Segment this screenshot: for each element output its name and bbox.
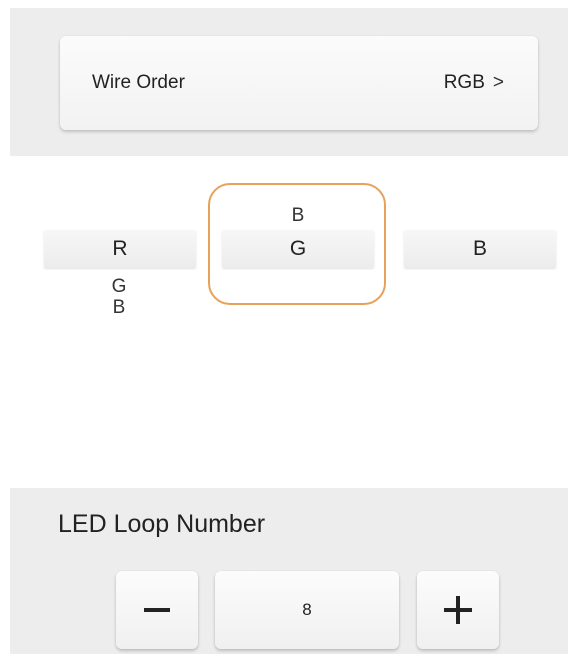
wire-order-value: RGB: [443, 72, 485, 93]
increment-button[interactable]: [417, 571, 499, 649]
picker-left-option-2[interactable]: B: [104, 297, 134, 319]
picker-left-selected: R: [112, 237, 128, 260]
picker-middle-option-above[interactable]: B: [283, 205, 313, 227]
minus-icon: [144, 608, 170, 612]
led-loop-value: 8: [302, 600, 312, 619]
picker-column-middle[interactable]: G: [222, 230, 374, 268]
plus-icon: [444, 596, 472, 624]
picker-middle-selected: G: [289, 237, 307, 260]
chevron-right-icon: >: [492, 72, 504, 93]
wire-order-row[interactable]: Wire Order RGB >: [60, 36, 538, 130]
picker-left-option-1[interactable]: G: [104, 276, 134, 298]
wire-order-label: Wire Order: [92, 72, 185, 93]
wire-order-value-group: RGB >: [444, 72, 504, 94]
picker-column-right[interactable]: B: [404, 230, 556, 268]
picker-right-selected: B: [472, 237, 487, 260]
led-loop-value-field[interactable]: 8: [215, 571, 399, 649]
decrement-button[interactable]: [116, 571, 198, 649]
picker-column-left[interactable]: R: [44, 230, 196, 268]
led-loop-title: LED Loop Number: [58, 510, 266, 538]
